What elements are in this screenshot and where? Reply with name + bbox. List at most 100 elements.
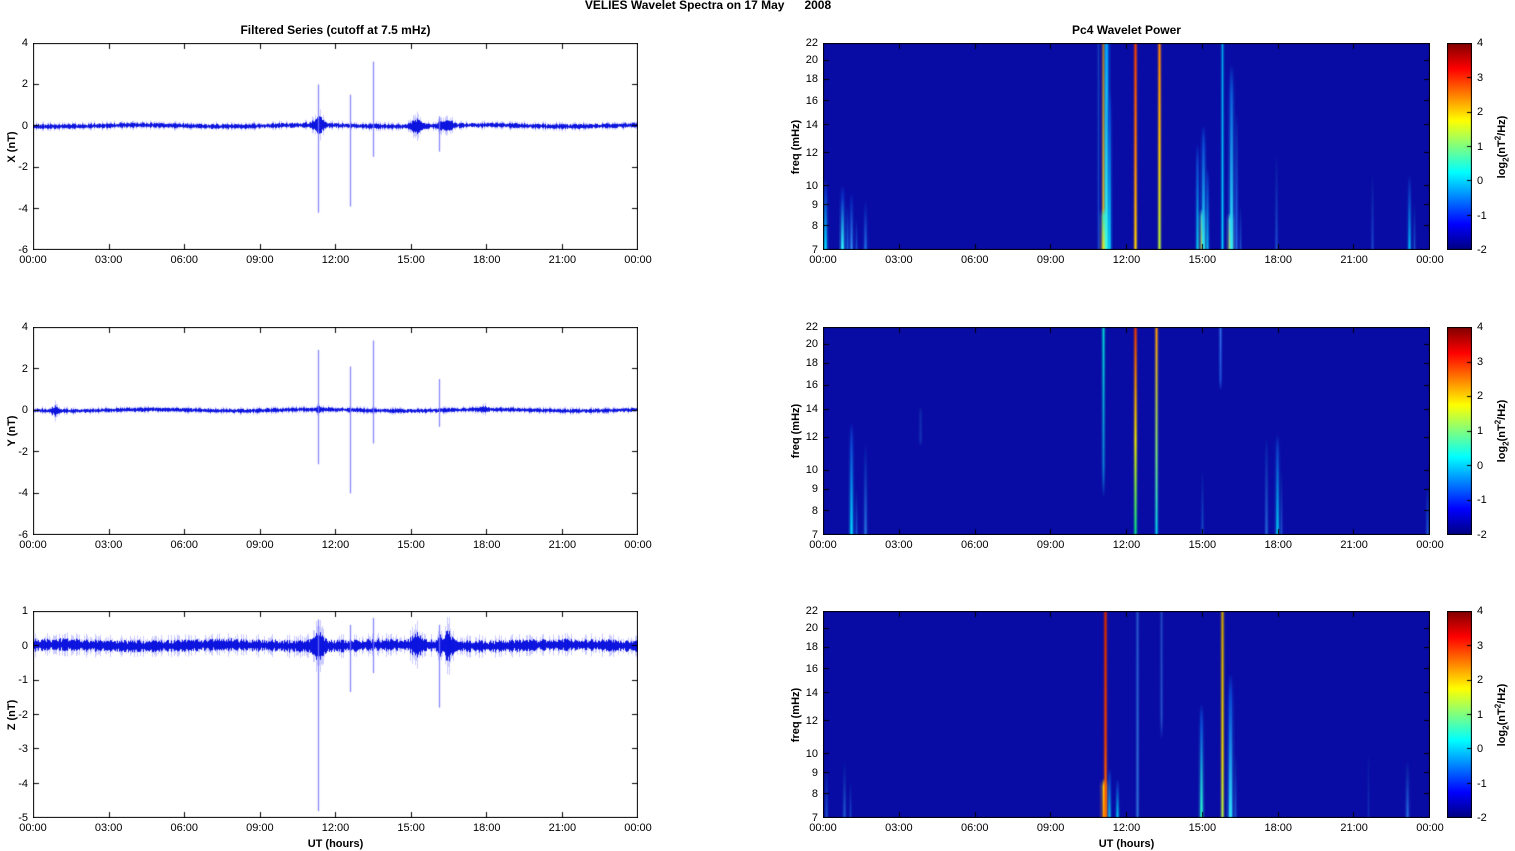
colorbar-tick-label: 0 [1477, 743, 1484, 755]
colorbar-tick-label: -2 [1477, 529, 1487, 541]
freq-tick-label: 22 [805, 605, 818, 617]
freq-tick-label: 16 [805, 94, 818, 107]
x-tick-label: 21:00 [1340, 539, 1368, 551]
freq-tick-label: 20 [805, 338, 818, 351]
x-tick-label: 03:00 [94, 822, 123, 834]
x-tick-label: 21:00 [1340, 822, 1368, 834]
colorbar-tick-label: 1 [1477, 708, 1484, 721]
colorbar-tick-label: 2 [1477, 390, 1484, 403]
colorbar-tick-label: -2 [1477, 812, 1487, 824]
colorbar-tick-label: 2 [1477, 674, 1484, 686]
y-wavelet-power-spectrogram [823, 327, 1430, 535]
colorbar-tick-label: 3 [1477, 639, 1484, 652]
x-tick-label: 03:00 [885, 822, 913, 834]
freq-tick-label: 10 [805, 179, 818, 192]
x-tick-label: 21:00 [1340, 254, 1368, 266]
colorbar-tick-label: 0 [1477, 175, 1484, 187]
freq-tick-label: 10 [805, 747, 818, 760]
z-filtered-series-plot [33, 611, 638, 818]
x-tick-label: 09:00 [1036, 254, 1065, 266]
colorbar-tick-label: 3 [1477, 71, 1484, 84]
colorbar [1447, 43, 1472, 250]
y-tick-label: 4 [21, 321, 28, 333]
x-tick-label: 12:00 [321, 254, 350, 266]
x-tick-label: 03:00 [94, 254, 123, 266]
x-tick-label: 06:00 [170, 539, 199, 551]
freq-tick-label: 9 [811, 198, 818, 211]
x-tick-label: 15:00 [1188, 539, 1217, 551]
x-tick-label: 18:00 [1264, 254, 1293, 266]
x-tick-label: 12:00 [1112, 539, 1141, 551]
colorbar-label: log2(nT2/Hz) [1493, 399, 1511, 463]
x-tick-label: 21:00 [548, 822, 577, 834]
x-tick-label: 00:00 [809, 254, 837, 266]
y-tick-label: 0 [21, 639, 28, 652]
figure: VELIES Wavelet Spectra on 17 May 2008 Fi… [0, 0, 1515, 851]
y-tick-label: -3 [18, 743, 28, 755]
x-axis-label: UT (hours) [1098, 838, 1155, 850]
freq-axis-label: freq (mHz) [790, 403, 802, 459]
freq-tick-label: 8 [811, 787, 818, 800]
freq-tick-label: 22 [805, 321, 818, 333]
x-tick-label: 00:00 [809, 539, 837, 551]
colorbar [1447, 611, 1472, 818]
colorbar-tick-label: -1 [1477, 209, 1487, 222]
freq-tick-label: 9 [811, 483, 818, 496]
x-tick-label: 00:00 [1416, 254, 1444, 266]
y-axis-label: Z (nT) [6, 699, 18, 730]
x-tick-label: 21:00 [548, 254, 577, 266]
z-wavelet-power-spectrogram [823, 611, 1430, 818]
x-wavelet-power-spectrogram [823, 43, 1430, 250]
colorbar-label: log2(nT2/Hz) [1493, 683, 1511, 746]
colorbar-tick-label: 4 [1477, 37, 1484, 49]
x-tick-label: 09:00 [246, 822, 274, 834]
y-tick-label: 1 [21, 605, 28, 617]
colorbar-tick-label: 1 [1477, 140, 1484, 153]
freq-tick-label: 22 [805, 37, 818, 49]
y-tick-label: -2 [18, 445, 28, 458]
x-tick-label: 15:00 [397, 539, 425, 551]
x-tick-label: 15:00 [397, 254, 425, 266]
x-tick-label: 03:00 [94, 539, 123, 551]
freq-tick-label: 20 [805, 622, 818, 635]
freq-axis-label: freq (mHz) [790, 687, 802, 742]
freq-tick-label: 16 [805, 662, 818, 675]
y-tick-label: -2 [18, 161, 28, 174]
y-filtered-series-plot [33, 327, 638, 535]
x-tick-label: 09:00 [246, 254, 274, 266]
x-tick-label: 21:00 [548, 539, 577, 551]
x-tick-label: 15:00 [1188, 822, 1217, 834]
x-tick-label: 12:00 [321, 822, 350, 834]
y-tick-label: -4 [18, 202, 28, 215]
x-filtered-series-plot [33, 43, 638, 250]
colorbar-tick-label: 0 [1477, 459, 1484, 472]
x-tick-label: 00:00 [624, 539, 652, 551]
x-tick-label: 15:00 [397, 822, 425, 834]
x-tick-label: 12:00 [1112, 254, 1141, 266]
x-tick-label: 18:00 [472, 539, 501, 551]
y-axis-label: X (nT) [6, 130, 18, 163]
y-tick-label: -4 [18, 487, 28, 500]
x-tick-label: 03:00 [885, 539, 913, 551]
x-tick-label: 06:00 [960, 822, 989, 834]
colorbar-tick-label: -1 [1477, 777, 1487, 790]
x-tick-label: 00:00 [19, 254, 47, 266]
x-tick-label: 09:00 [1036, 539, 1065, 551]
colorbar-tick-label: 2 [1477, 106, 1484, 118]
x-tick-label: 06:00 [170, 822, 199, 834]
y-tick-label: 2 [21, 78, 28, 91]
x-tick-label: 00:00 [1416, 539, 1444, 551]
x-tick-label: 12:00 [321, 539, 350, 551]
x-tick-label: 00:00 [19, 539, 47, 551]
colorbar-tick-label: 1 [1477, 425, 1484, 437]
freq-tick-label: 9 [811, 766, 818, 779]
colorbar-tick-label: 4 [1477, 321, 1484, 333]
colorbar-tick-label: 4 [1477, 605, 1484, 617]
y-tick-label: -1 [18, 674, 28, 686]
y-tick-label: -4 [18, 777, 28, 790]
timeseries-column-title: Filtered Series (cutoff at 7.5 mHz) [240, 23, 431, 37]
freq-tick-label: 20 [805, 54, 818, 67]
x-tick-label: 18:00 [472, 254, 501, 266]
freq-tick-label: 18 [805, 73, 818, 86]
y-tick-label: 4 [21, 37, 28, 49]
